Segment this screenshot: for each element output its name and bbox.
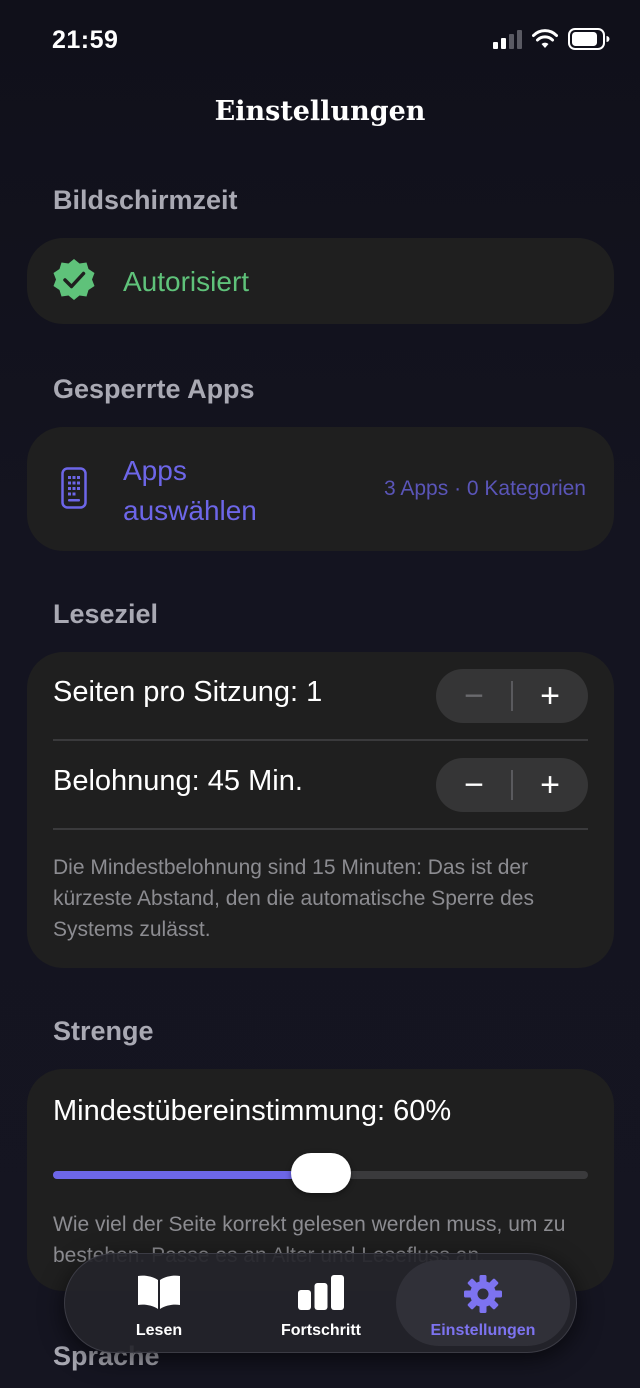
pages-increment-button[interactable]: +	[512, 669, 588, 723]
reward-row: Belohnung: 45 Min. − +	[53, 741, 588, 829]
status-icons	[493, 28, 610, 50]
battery-icon	[568, 28, 610, 50]
section-header-reading-goal: Leseziel	[53, 599, 159, 629]
reward-decrement-button[interactable]: −	[436, 758, 512, 812]
select-apps-card[interactable]: Apps auswählen 3 Apps · 0 Kategorien	[27, 427, 614, 551]
cellular-signal-icon	[493, 29, 522, 49]
tab-read[interactable]: Lesen	[72, 1260, 246, 1346]
tab-settings-label: Einstellungen	[430, 1322, 536, 1339]
pages-decrement-button[interactable]: −	[436, 669, 512, 723]
slider-thumb[interactable]	[290, 1153, 351, 1193]
status-time: 21:59	[52, 26, 119, 54]
select-apps-button[interactable]: Apps auswählen	[123, 451, 323, 531]
reward-stepper[interactable]: − +	[436, 758, 588, 812]
section-header-strictness: Strenge	[53, 1016, 154, 1046]
pages-stepper[interactable]: − +	[436, 669, 588, 723]
section-header-screen-time: Bildschirmzeit	[53, 185, 238, 215]
tab-read-label: Lesen	[135, 1322, 183, 1339]
minimum-match-slider[interactable]	[53, 1153, 588, 1193]
book-icon	[138, 1275, 180, 1309]
selected-apps-summary: 3 Apps · 0 Kategorien	[384, 477, 586, 500]
tab-settings[interactable]: Einstellungen	[396, 1260, 570, 1346]
slider-fill	[53, 1171, 321, 1179]
reward-label: Belohnung: 45 Min.	[53, 765, 303, 797]
pages-per-session-row: Seiten pro Sitzung: 1 − +	[53, 652, 588, 740]
pages-per-session-label: Seiten pro Sitzung: 1	[53, 676, 323, 708]
verified-badge-icon	[53, 259, 95, 300]
tab-bar: Lesen Fortschritt Einstellungen	[64, 1253, 577, 1353]
reading-goal-card: Seiten pro Sitzung: 1 − + Belohnung: 45 …	[27, 652, 614, 968]
tab-progress-label: Fortschritt	[281, 1322, 361, 1339]
page-title: Einstellungen	[214, 96, 426, 127]
phone-apps-icon	[61, 467, 87, 509]
tab-progress[interactable]: Fortschritt	[234, 1260, 408, 1346]
minimum-match-label: Mindestübereinstimmung: 60%	[53, 1095, 452, 1127]
divider	[53, 828, 588, 830]
wifi-icon	[532, 29, 558, 48]
authorized-status: Autorisiert	[123, 266, 250, 297]
screen-time-card[interactable]: Autorisiert	[27, 238, 614, 324]
gear-icon	[464, 1275, 502, 1313]
reward-note: Die Mindestbelohnung sind 15 Minuten: Da…	[53, 856, 534, 941]
status-bar: 21:59	[0, 0, 640, 80]
bar-chart-icon	[298, 1275, 344, 1310]
reward-increment-button[interactable]: +	[512, 758, 588, 812]
section-header-blocked-apps: Gesperrte Apps	[53, 374, 255, 404]
